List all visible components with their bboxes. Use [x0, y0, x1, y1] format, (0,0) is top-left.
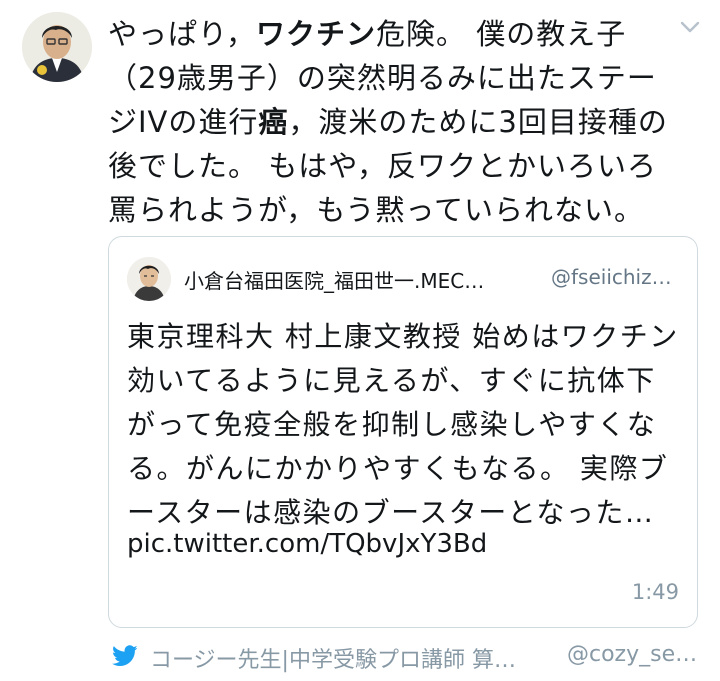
tweet-line: 後でした。 もはや，反ワクとかいろいろ — [108, 149, 658, 183]
tweet-line: 罵られようが，もう黙っていられない。 — [108, 193, 644, 227]
quoted-tweet-text: 東京理科大 村上康文教授 始めはワクチン 効いてるように見えるが、すぐに抗体下 … — [127, 315, 693, 535]
footer-author-handle[interactable]: @cozy_se… — [567, 642, 697, 667]
author-avatar[interactable] — [22, 12, 92, 82]
footer-author-name[interactable]: コージー先生|中学受験プロ講師 算… — [150, 642, 516, 674]
tweet-line: やっぱり，ワクチン危険。 僕の教え子 — [108, 17, 627, 51]
twitter-bird-icon — [112, 645, 138, 666]
quoted-tweet-line: 効いてるように見えるが、すぐに抗体下 — [127, 364, 656, 397]
tweet-line: （29歳男子）の突然明るみに出たステー — [108, 61, 657, 95]
quoted-tweet-line: 東京理科大 村上康文教授 始めはワクチン — [127, 320, 679, 353]
quoted-author-avatar[interactable] — [127, 257, 171, 301]
quoted-tweet-line: る。がんにかかりやすくもなる。 実際ブ — [127, 452, 669, 485]
quoted-author-name[interactable]: 小倉台福田医院_福田世一.MEC… — [184, 265, 484, 294]
quoted-tweet-timestamp[interactable]: 1:49 — [632, 580, 679, 604]
avatar-image — [22, 12, 92, 82]
quoted-tweet-line: がって免疫全般を抑制し感染しやすくな — [127, 408, 657, 441]
quoted-author-handle[interactable]: @fseiichiz… — [551, 265, 672, 289]
quoted-tweet-card[interactable]: 小倉台福田医院_福田世一.MEC… @fseiichiz… 東京理科大 村上康文… — [108, 236, 698, 628]
avatar-image — [127, 257, 171, 301]
tweet-text: やっぱり，ワクチン危険。 僕の教え子 （29歳男子）の突然明るみに出たステー ジ… — [108, 12, 708, 232]
tweet-line: ジIVの進行癌，渡米のために3回目接種の — [108, 105, 668, 139]
quoted-tweet-link[interactable]: pic.twitter.com/TQbvJxY3Bd — [127, 529, 487, 559]
tweet-footer: コージー先生|中学受験プロ講師 算… @cozy_se… — [112, 642, 712, 674]
